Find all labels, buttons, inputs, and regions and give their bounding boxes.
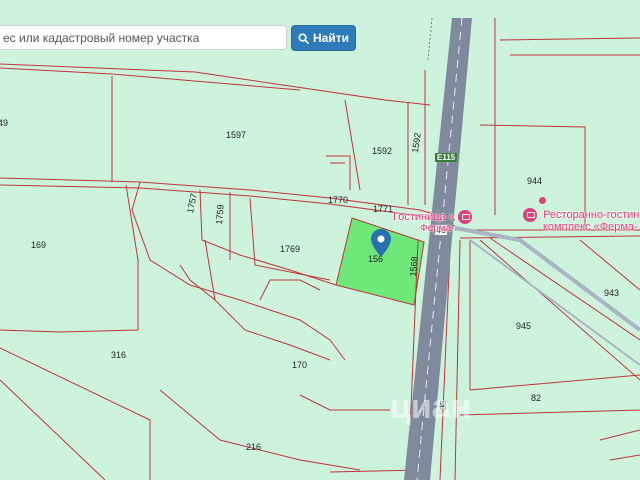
restaurant-icon bbox=[523, 208, 537, 222]
search-icon bbox=[298, 32, 309, 44]
parcel-label: 1769 bbox=[280, 244, 301, 254]
hotel-poi-text: Гостиница « bbox=[393, 210, 455, 223]
parcel-label: 169 bbox=[31, 240, 47, 250]
restaurant-poi-line2-text: комплекс «Ферма- bbox=[543, 221, 638, 233]
parcel-label: 1597 bbox=[226, 130, 247, 140]
hotel-poi[interactable]: Гостиница « bbox=[393, 210, 475, 224]
parcel-label: 944 bbox=[527, 176, 543, 186]
restaurant-poi-line1: Ресторанно-гостин bbox=[543, 208, 640, 221]
map-canvas[interactable] bbox=[0, 0, 640, 480]
highway-shield: E115 bbox=[435, 153, 458, 162]
restaurant-poi[interactable]: Ресторанно-гостин bbox=[523, 208, 639, 222]
location-pin-icon[interactable] bbox=[371, 229, 391, 257]
hotel-icon bbox=[457, 210, 472, 224]
parcel-label: 49 bbox=[0, 118, 9, 128]
parcel-label: 1771 bbox=[373, 204, 394, 214]
search-button-label: Найти bbox=[313, 31, 349, 45]
restaurant-poi-line2: комплекс «Ферма- bbox=[543, 221, 638, 233]
hotel-poi-sub: Ферма- bbox=[420, 223, 455, 234]
parcel-label: 945 bbox=[516, 321, 532, 331]
parcel-label: 1568 bbox=[408, 256, 420, 277]
parcel-label: 1759 bbox=[214, 204, 226, 225]
watermark: циан bbox=[390, 388, 472, 426]
parcel-label: 82 bbox=[531, 393, 542, 403]
parcel-label: 170 bbox=[292, 360, 308, 370]
poi-dot-icon bbox=[539, 197, 546, 204]
parcel-label: 1770 bbox=[328, 195, 349, 205]
parcel-label: 1592 bbox=[372, 146, 393, 156]
parcel-label: 943 bbox=[604, 288, 620, 298]
parcel-label: 216 bbox=[246, 442, 262, 452]
parcel-label: 316 bbox=[111, 350, 127, 360]
hotel-poi-subtext: Ферма- bbox=[420, 223, 455, 234]
search-input[interactable] bbox=[0, 25, 287, 50]
search-button[interactable]: Найти bbox=[291, 25, 356, 51]
